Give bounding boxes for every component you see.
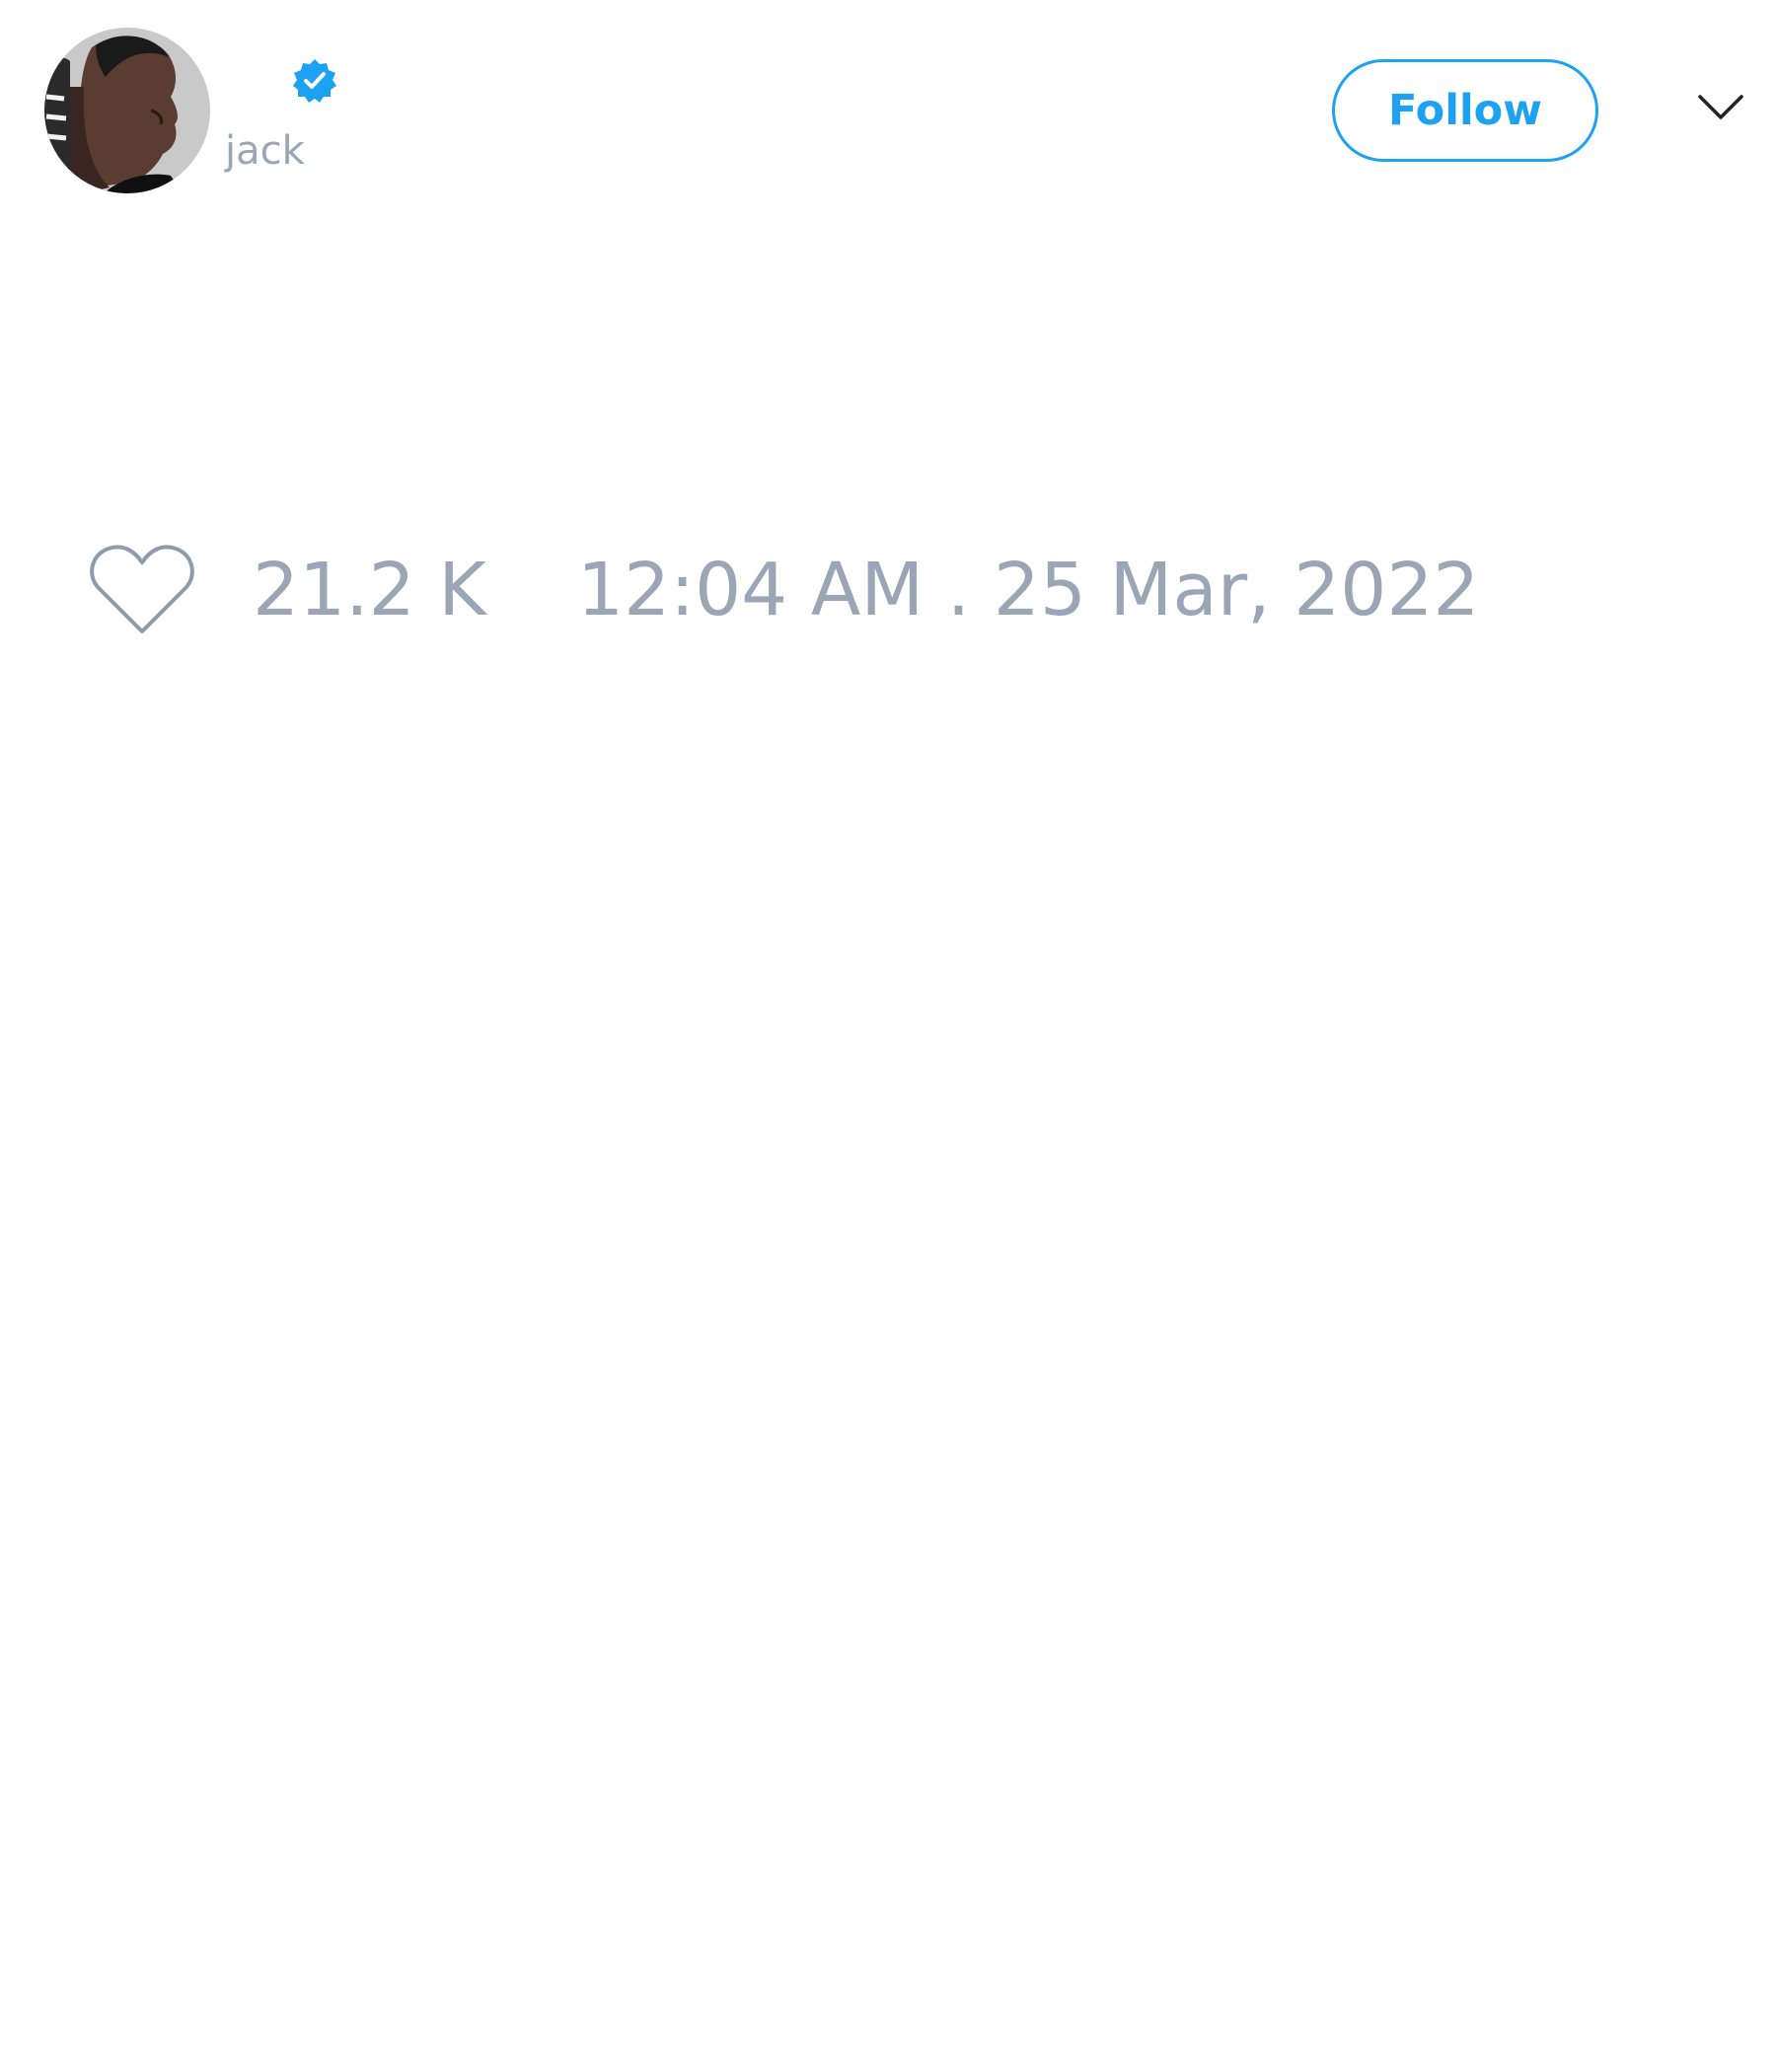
chevron-down-icon[interactable] xyxy=(1697,93,1744,122)
tweet-card: jack Follow 21.2 K 12:04 AM . 25 Mar, 20… xyxy=(0,0,1776,2072)
verified-badge-icon xyxy=(291,57,338,105)
author-handle[interactable]: jack xyxy=(225,126,305,176)
follow-button[interactable]: Follow xyxy=(1332,59,1598,162)
tweet-timestamp[interactable]: 12:04 AM . 25 Mar, 2022 xyxy=(577,549,1480,631)
avatar-photo xyxy=(44,28,210,193)
like-count: 21.2 K xyxy=(253,548,486,632)
heart-icon[interactable] xyxy=(89,543,195,637)
avatar[interactable] xyxy=(44,28,210,193)
